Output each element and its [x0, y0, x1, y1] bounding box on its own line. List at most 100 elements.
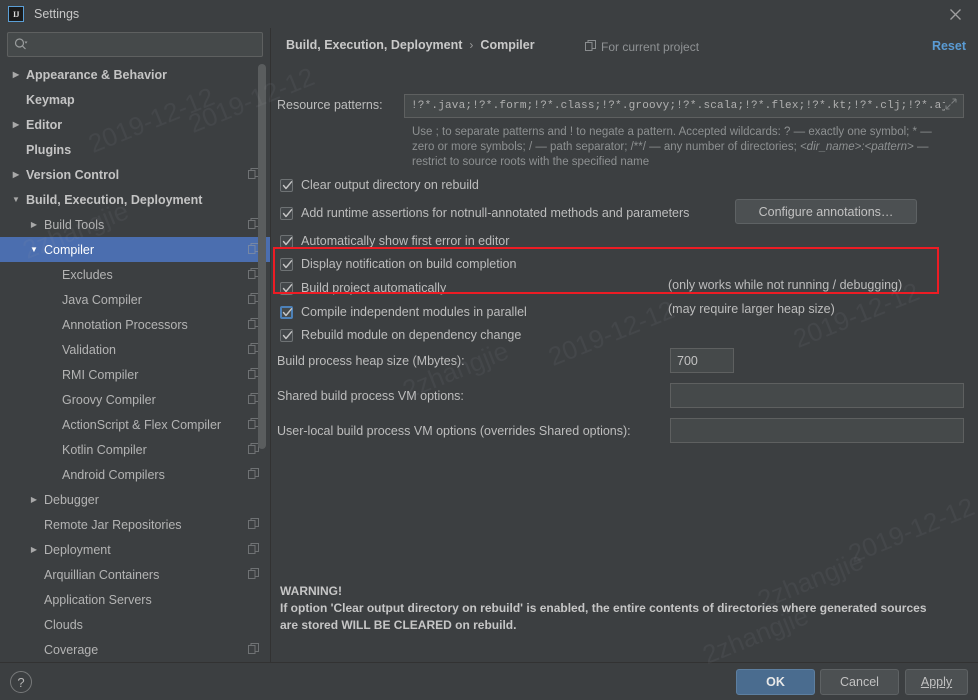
- close-icon[interactable]: [932, 0, 978, 28]
- breadcrumb-leaf: Compiler: [480, 38, 535, 52]
- sidebar-item-android-compilers[interactable]: Android Compilers: [0, 462, 270, 487]
- chevron-down-icon[interactable]: ▼: [10, 194, 22, 206]
- chevron-right-icon[interactable]: ▶: [28, 494, 40, 506]
- search-input[interactable]: [29, 37, 262, 52]
- sidebar-item-coverage[interactable]: Coverage: [0, 637, 270, 662]
- sidebar-item-label: Excludes: [62, 267, 113, 282]
- checkbox-label: Clear output directory on rebuild: [301, 178, 479, 192]
- sidebar-item-label: Plugins: [26, 142, 72, 157]
- checkbox-icon[interactable]: [280, 281, 293, 295]
- sidebar-item-label: Validation: [62, 342, 116, 357]
- ok-button[interactable]: OK: [736, 669, 815, 695]
- checkbox-display-notification-on-build-completion[interactable]: Display notification on build completion: [280, 254, 516, 274]
- resource-patterns-value: !?*.java;!?*.form;!?*.class;!?*.groovy;!…: [411, 100, 945, 112]
- shared-vm-options-input[interactable]: [670, 383, 964, 408]
- sidebar-item-rmi-compiler[interactable]: RMI Compiler: [0, 362, 270, 387]
- sidebar-item-deployment[interactable]: ▶ Deployment: [0, 537, 270, 562]
- configure-annotations-button[interactable]: Configure annotations…: [735, 199, 917, 224]
- sidebar-item-plugins[interactable]: Plugins: [0, 137, 270, 162]
- sidebar-item-label: Remote Jar Repositories: [44, 517, 182, 532]
- chevron-right-icon[interactable]: ▶: [10, 69, 22, 81]
- chevron-right-icon[interactable]: ▶: [10, 169, 22, 181]
- sidebar-item-keymap[interactable]: Keymap: [0, 87, 270, 112]
- sidebar-item-build-tools[interactable]: ▶ Build Tools: [0, 212, 270, 237]
- checkbox-add-runtime-assertions-for-notnull-annotated-methods-and-parameters[interactable]: Add runtime assertions for notnull-annot…: [280, 203, 689, 223]
- cancel-button[interactable]: Cancel: [820, 669, 899, 695]
- user-vm-options-input[interactable]: [670, 418, 964, 443]
- help-button[interactable]: ?: [10, 671, 32, 693]
- sidebar-item-label: ActionScript & Flex Compiler: [62, 417, 222, 432]
- help-text-italic: <dir_name>:<pattern>: [799, 141, 914, 153]
- checkbox-note-build-project-automatically: (only works while not running / debuggin…: [668, 278, 903, 292]
- intellij-logo-icon: IJ: [8, 6, 24, 22]
- sidebar-scrollbar-thumb[interactable]: [258, 64, 266, 449]
- sidebar-item-label: Arquillian Containers: [44, 567, 160, 582]
- resource-patterns-field[interactable]: !?*.java;!?*.form;!?*.class;!?*.groovy;!…: [404, 94, 964, 118]
- sidebar-item-label: Coverage: [44, 642, 99, 657]
- breadcrumb-root[interactable]: Build, Execution, Deployment: [286, 38, 462, 52]
- checkbox-note-compile-independent-modules-in-parallel: (may require larger heap size): [668, 302, 835, 316]
- settings-tree: ▶ Appearance & Behavior Keymap ▶ Editor Plugi…: [0, 62, 270, 662]
- warning-message: WARNING! If option 'Clear output directo…: [280, 583, 945, 634]
- search-box[interactable]: [7, 32, 263, 57]
- sidebar-item-clouds[interactable]: Clouds: [0, 612, 270, 637]
- sidebar-item-java-compiler[interactable]: Java Compiler: [0, 287, 270, 312]
- sidebar-item-remote-jar-repositories[interactable]: Remote Jar Repositories: [0, 512, 270, 537]
- copy-icon: [248, 642, 259, 657]
- sidebar-item-actionscript-flex-compiler[interactable]: ActionScript & Flex Compiler: [0, 412, 270, 437]
- configure-annotations-label: Configure annotations…: [758, 204, 894, 219]
- sidebar-item-arquillian-containers[interactable]: Arquillian Containers: [0, 562, 270, 587]
- checkbox-compile-independent-modules-in-parallel[interactable]: Compile independent modules in parallel: [280, 302, 527, 322]
- checkbox-icon[interactable]: [280, 234, 293, 248]
- apply-button-label: Apply: [920, 675, 953, 689]
- sidebar-item-kotlin-compiler[interactable]: Kotlin Compiler: [0, 437, 270, 462]
- checkbox-icon[interactable]: [280, 178, 293, 192]
- for-current-project-label: For current project: [585, 40, 699, 54]
- checkbox-label: Display notification on build completion: [301, 257, 517, 271]
- sidebar-item-label: RMI Compiler: [62, 367, 139, 382]
- sidebar-item-groovy-compiler[interactable]: Groovy Compiler: [0, 387, 270, 412]
- checkbox-build-project-automatically[interactable]: Build project automatically: [280, 278, 446, 298]
- checkbox-icon[interactable]: [280, 206, 293, 220]
- heap-size-label: Build process heap size (Mbytes):: [277, 354, 465, 368]
- expand-icon[interactable]: [945, 97, 957, 115]
- sidebar-item-label: Keymap: [26, 92, 75, 107]
- sidebar-item-version-control[interactable]: ▶ Version Control: [0, 162, 270, 187]
- checkbox-clear-output-directory-on-rebuild[interactable]: Clear output directory on rebuild: [280, 175, 479, 195]
- shared-vm-options-label: Shared build process VM options:: [277, 389, 464, 403]
- sidebar-item-appearance-behavior[interactable]: ▶ Appearance & Behavior: [0, 62, 270, 87]
- checkbox-rebuild-module-on-dependency-change[interactable]: Rebuild module on dependency change: [280, 325, 521, 345]
- sidebar-item-annotation-processors[interactable]: Annotation Processors: [0, 312, 270, 337]
- sidebar-item-compiler[interactable]: ▼ Compiler: [0, 237, 270, 262]
- sidebar-item-validation[interactable]: Validation: [0, 337, 270, 362]
- resource-patterns-help: Use ; to separate patterns and ! to nega…: [412, 125, 957, 170]
- breadcrumb-separator-icon: ›: [469, 38, 474, 52]
- chevron-right-icon[interactable]: ▶: [10, 119, 22, 131]
- checkbox-icon[interactable]: [280, 328, 293, 342]
- sidebar-item-label: Clouds: [44, 617, 83, 632]
- chevron-right-icon[interactable]: ▶: [28, 544, 40, 556]
- sidebar-item-application-servers[interactable]: Application Servers: [0, 587, 270, 612]
- copy-icon: [585, 40, 596, 54]
- settings-dialog: 2019-12-122zhangjie2019-12-122zhangjie20…: [0, 0, 978, 700]
- checkbox-icon[interactable]: [280, 305, 293, 319]
- sidebar-item-label: Deployment: [44, 542, 111, 557]
- copy-icon: [248, 517, 259, 532]
- copy-icon: [248, 467, 259, 482]
- heap-size-input[interactable]: 700: [670, 348, 734, 373]
- reset-link[interactable]: Reset: [932, 39, 966, 53]
- title-bar: IJ Settings: [0, 0, 978, 28]
- settings-sidebar: ▶ Appearance & Behavior Keymap ▶ Editor Plugi…: [0, 28, 271, 662]
- sidebar-item-excludes[interactable]: Excludes: [0, 262, 270, 287]
- apply-button[interactable]: Apply: [905, 669, 968, 695]
- sidebar-item-label: Annotation Processors: [62, 317, 188, 332]
- sidebar-scrollbar-track[interactable]: [258, 64, 268, 660]
- sidebar-item-editor[interactable]: ▶ Editor: [0, 112, 270, 137]
- checkbox-icon[interactable]: [280, 257, 293, 271]
- sidebar-item-debugger[interactable]: ▶ Debugger: [0, 487, 270, 512]
- for-current-project-text: For current project: [601, 40, 700, 54]
- sidebar-item-build-execution-deployment[interactable]: ▼ Build, Execution, Deployment: [0, 187, 270, 212]
- checkbox-automatically-show-first-error-in-editor[interactable]: Automatically show first error in editor: [280, 231, 509, 251]
- chevron-down-icon[interactable]: ▼: [28, 244, 40, 256]
- chevron-right-icon[interactable]: ▶: [28, 219, 40, 231]
